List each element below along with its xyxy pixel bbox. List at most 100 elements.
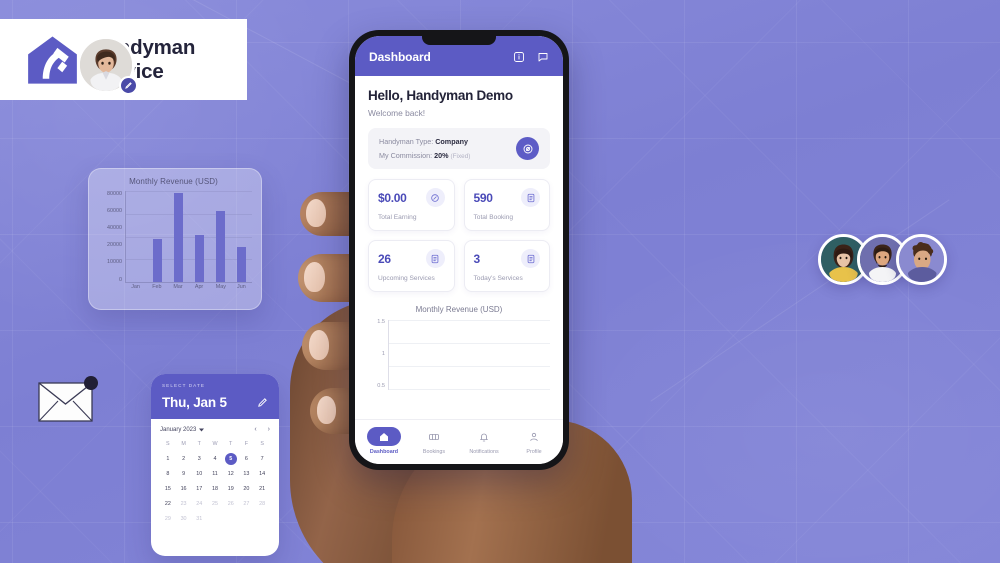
calendar-day[interactable]: 30 <box>176 514 192 524</box>
envelope-icon <box>38 376 98 422</box>
commission-badge-icon <box>516 137 539 160</box>
calendar-day-selected[interactable]: 5 <box>223 454 239 464</box>
calendar-day[interactable]: 20 <box>239 484 255 494</box>
monthly-revenue-chart-card: Monthly Revenue (USD) 80000 60000 40000 200… <box>88 168 262 310</box>
commission-value: 20% <box>434 151 449 160</box>
nav-item-profile[interactable]: Profile <box>510 427 558 455</box>
calendar-day[interactable]: 11 <box>207 469 223 479</box>
calendar-day[interactable]: 16 <box>176 484 192 494</box>
calendar-day[interactable]: 1 <box>160 454 176 464</box>
next-month-button[interactable]: › <box>268 426 270 433</box>
chart-bar <box>174 193 183 282</box>
stat-card[interactable]: 590 Total Booking <box>463 179 550 231</box>
app-bar-title: Dashboard <box>369 50 431 64</box>
calendar-day[interactable]: 3 <box>191 454 207 464</box>
calendar-day[interactable]: 2 <box>176 454 192 464</box>
avatar-man-curly[interactable] <box>896 234 947 285</box>
stat-card[interactable]: 26 Upcoming Services <box>368 240 455 292</box>
weekday-label: W <box>212 441 218 447</box>
greeting-text: Hello, Handyman Demo <box>368 88 513 103</box>
commission-label: My Commission: <box>379 151 433 160</box>
nav-item-label: Profile <box>526 449 542 455</box>
x-tick-label: May <box>215 284 226 290</box>
profile-avatar[interactable] <box>77 36 138 95</box>
calendar-day[interactable]: 17 <box>191 484 207 494</box>
nav-item-label: Bookings <box>422 449 446 455</box>
chart-y-axis: 80000 60000 40000 20000 10000 0 <box>95 191 125 297</box>
calendar-day[interactable]: 27 <box>239 499 255 509</box>
calendar-day[interactable]: 23 <box>176 499 192 509</box>
calendar-weekday-row: SMTWTFS <box>160 439 270 449</box>
stat-label: Today's Services <box>473 275 523 282</box>
y-tick-label: 0 <box>119 276 122 283</box>
phone-mockup: Dashboard Hello, Handyman Demo Welcome b… <box>349 30 569 470</box>
y-tick-label: 80000 <box>107 191 122 197</box>
phone-chart-y-axis: 1.5 1 0.5 <box>368 319 388 390</box>
phone-chart-plot-area <box>388 320 550 390</box>
stat-value: 590 <box>473 190 493 205</box>
stat-card[interactable]: 3 Today's Services <box>463 240 550 292</box>
calendar-day[interactable]: 13 <box>239 469 255 479</box>
calendar-day[interactable]: 9 <box>176 469 192 479</box>
stat-label: Total Booking <box>473 214 514 221</box>
fingernail <box>304 262 325 292</box>
stat-value: 3 <box>473 251 481 266</box>
stat-card[interactable]: $0.00 Total Earning <box>368 179 455 231</box>
prev-month-button[interactable]: ‹ <box>254 426 256 433</box>
calendar-day[interactable]: 22 <box>160 499 176 509</box>
calendar-day[interactable]: 24 <box>191 499 207 509</box>
x-tick-label: Mar <box>173 284 183 290</box>
nav-item-bookings[interactable]: Bookings <box>410 427 458 455</box>
y-tick-label: 60000 <box>107 208 122 215</box>
home-icon <box>380 432 388 441</box>
avatar-group[interactable] <box>818 234 947 285</box>
chat-icon[interactable] <box>537 51 549 63</box>
chevron-down-icon <box>199 428 205 431</box>
calendar-day[interactable]: 21 <box>254 484 270 494</box>
pencil-icon[interactable] <box>257 397 268 408</box>
bottom-navigation[interactable]: Dashboard Bookings Notifications Profile <box>355 419 563 464</box>
person-icon <box>530 432 538 441</box>
weekday-label: F <box>244 441 249 447</box>
stat-label: Total Earning <box>378 214 417 221</box>
calendar-day[interactable]: 25 <box>207 499 223 509</box>
chart-title: Monthly Revenue (USD) <box>129 177 218 186</box>
calendar-day[interactable]: 29 <box>160 514 176 524</box>
edit-avatar-button[interactable] <box>119 76 138 95</box>
fingernail <box>306 199 326 227</box>
calendar-day[interactable]: 18 <box>207 484 223 494</box>
weekday-label: M <box>181 441 186 447</box>
calendar-day[interactable]: 7 <box>254 454 270 464</box>
calendar-day[interactable]: 15 <box>160 484 176 494</box>
booking-icon <box>521 188 540 207</box>
calendar-day[interactable]: 6 <box>239 454 255 464</box>
weekday-label: S <box>166 441 170 447</box>
calendar-day-grid[interactable]: 1 2 3 4 5 6 7 8 9 10 11 12 13 14 15 16 17 18 19 20 21 22 23 24 2… <box>160 454 270 524</box>
x-tick-label: Apr <box>194 284 204 290</box>
welcome-text: Welcome back! <box>368 108 426 118</box>
calendar-day[interactable]: 12 <box>223 469 239 479</box>
upcoming-icon <box>425 249 445 268</box>
chart-bar <box>195 235 204 282</box>
calendar-day[interactable]: 19 <box>223 484 239 494</box>
dashboard-body: Hello, Handyman Demo Welcome back! Handy… <box>355 76 563 419</box>
x-tick-label: Feb <box>152 284 162 290</box>
calendar-day[interactable]: 10 <box>191 469 207 479</box>
nav-item-dashboard[interactable]: Dashboard <box>360 427 408 455</box>
pencil-icon <box>125 82 132 89</box>
y-tick-label: 0.5 <box>377 383 385 390</box>
calendar-day[interactable]: 4 <box>207 454 223 464</box>
bell-icon <box>480 433 488 441</box>
calendar-day[interactable]: 14 <box>254 469 270 479</box>
info-icon[interactable] <box>513 51 525 63</box>
calendar-day[interactable]: 31 <box>191 514 207 524</box>
y-tick-label: 20000 <box>107 242 122 249</box>
date-picker-widget[interactable]: SELECT DATE Thu, Jan 5 January 2023 ‹ › … <box>151 374 279 556</box>
nav-item-notifications[interactable]: Notifications <box>460 427 508 455</box>
fingernail <box>309 330 329 360</box>
calendar-day[interactable]: 8 <box>160 469 176 479</box>
month-selector[interactable]: January 2023 <box>160 427 205 433</box>
calendar-day[interactable]: 26 <box>223 499 239 509</box>
calendar-day[interactable]: 28 <box>254 499 270 509</box>
weekday-label: T <box>197 441 201 447</box>
